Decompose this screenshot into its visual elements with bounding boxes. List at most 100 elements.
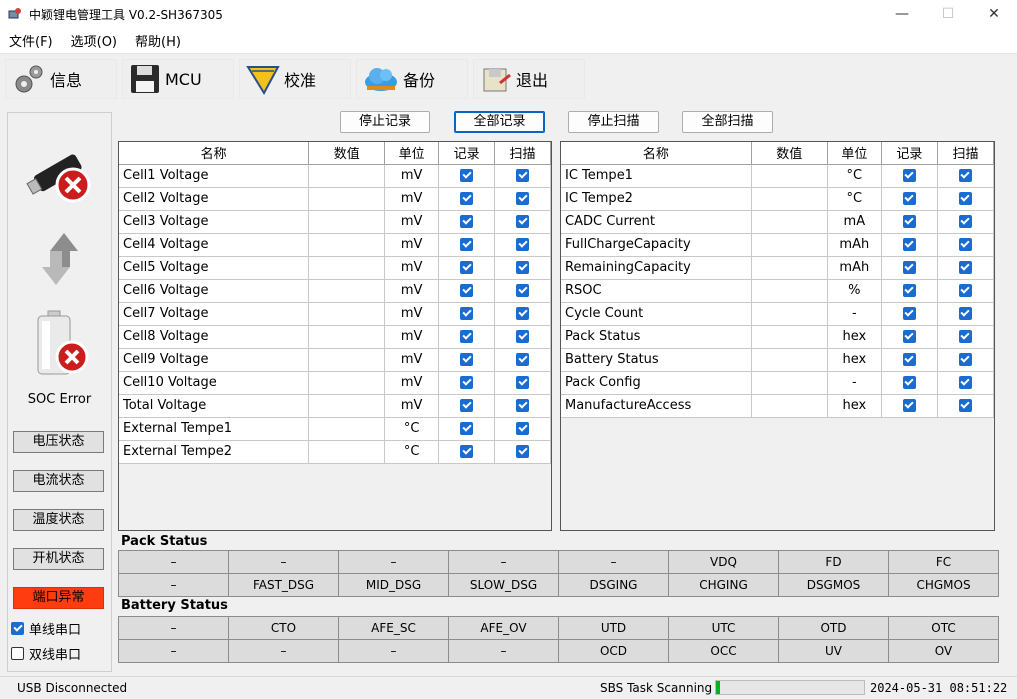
row-record-cell[interactable] (881, 233, 938, 257)
row-record-cell[interactable] (881, 256, 938, 280)
temperature-status-button[interactable]: 温度状态 (13, 509, 104, 531)
row-scan-cell[interactable] (494, 302, 551, 326)
scan-checkbox[interactable] (958, 353, 972, 366)
scan-checkbox[interactable] (516, 422, 530, 435)
record-checkbox[interactable] (460, 376, 474, 389)
row-record-cell[interactable] (438, 210, 496, 234)
row-scan-cell[interactable] (937, 164, 994, 188)
record-checkbox[interactable] (902, 376, 916, 389)
menu-help[interactable]: 帮助(H) (126, 31, 190, 50)
table-row[interactable]: Cell5 Voltage mV (119, 256, 551, 280)
row-record-cell[interactable] (881, 325, 938, 349)
table-row[interactable]: CADC Current mA (561, 210, 994, 234)
col-value-header[interactable]: 数值 (308, 142, 386, 165)
stop-record-button[interactable]: 停止记录 (340, 111, 430, 133)
scan-checkbox[interactable] (516, 261, 530, 274)
menu-file[interactable]: 文件(F) (0, 31, 62, 50)
record-checkbox[interactable] (460, 307, 474, 320)
record-checkbox[interactable] (902, 169, 916, 182)
row-scan-cell[interactable] (937, 187, 994, 211)
minimize-button[interactable]: — (879, 0, 925, 28)
row-scan-cell[interactable] (494, 371, 551, 395)
dual-serial-check-icon[interactable] (11, 647, 24, 660)
table-row[interactable]: Pack Config - (561, 371, 994, 395)
row-scan-cell[interactable] (494, 394, 551, 418)
row-record-cell[interactable] (438, 279, 496, 303)
col-unit-header[interactable]: 单位 (384, 142, 440, 165)
row-record-cell[interactable] (438, 302, 496, 326)
row-scan-cell[interactable] (937, 302, 994, 326)
table-row[interactable]: Pack Status hex (561, 325, 994, 349)
dual-serial-checkbox[interactable]: 双线串口 (11, 644, 81, 663)
table-row[interactable]: Cell1 Voltage mV (119, 164, 551, 188)
record-checkbox[interactable] (460, 238, 474, 251)
table-row[interactable]: Cell6 Voltage mV (119, 279, 551, 303)
row-record-cell[interactable] (881, 279, 938, 303)
record-checkbox[interactable] (902, 284, 916, 297)
record-checkbox[interactable] (902, 238, 916, 251)
table-row[interactable]: Cycle Count - (561, 302, 994, 326)
table-row[interactable]: RemainingCapacity mAh (561, 256, 994, 280)
voltage-status-button[interactable]: 电压状态 (13, 431, 104, 453)
record-checkbox[interactable] (902, 261, 916, 274)
row-record-cell[interactable] (881, 348, 938, 372)
row-record-cell[interactable] (438, 233, 496, 257)
row-scan-cell[interactable] (937, 325, 994, 349)
row-record-cell[interactable] (438, 164, 496, 188)
power-status-button[interactable]: 开机状态 (13, 548, 104, 570)
row-scan-cell[interactable] (937, 233, 994, 257)
scan-checkbox[interactable] (958, 330, 972, 343)
table-row[interactable]: Cell2 Voltage mV (119, 187, 551, 211)
row-scan-cell[interactable] (494, 417, 551, 441)
scan-checkbox[interactable] (958, 238, 972, 251)
row-scan-cell[interactable] (937, 348, 994, 372)
row-record-cell[interactable] (881, 164, 938, 188)
row-scan-cell[interactable] (494, 279, 551, 303)
table-row[interactable]: Cell10 Voltage mV (119, 371, 551, 395)
record-checkbox[interactable] (460, 215, 474, 228)
row-scan-cell[interactable] (937, 210, 994, 234)
table-row[interactable]: External Tempe2 °C (119, 440, 551, 464)
scan-checkbox[interactable] (958, 192, 972, 205)
row-record-cell[interactable] (881, 394, 938, 418)
row-scan-cell[interactable] (494, 325, 551, 349)
table-row[interactable]: Cell3 Voltage mV (119, 210, 551, 234)
table-row[interactable]: External Tempe1 °C (119, 417, 551, 441)
single-serial-check-icon[interactable] (11, 622, 24, 635)
scan-checkbox[interactable] (958, 215, 972, 228)
scan-checkbox[interactable] (958, 376, 972, 389)
table-row[interactable]: Cell7 Voltage mV (119, 302, 551, 326)
row-scan-cell[interactable] (937, 394, 994, 418)
table-row[interactable]: IC Tempe2 °C (561, 187, 994, 211)
scan-checkbox[interactable] (958, 261, 972, 274)
row-scan-cell[interactable] (494, 187, 551, 211)
row-scan-cell[interactable] (494, 233, 551, 257)
row-record-cell[interactable] (438, 371, 496, 395)
record-checkbox[interactable] (902, 192, 916, 205)
record-checkbox[interactable] (460, 261, 474, 274)
all-record-button[interactable]: 全部记录 (454, 111, 545, 133)
record-checkbox[interactable] (902, 399, 916, 412)
record-checkbox[interactable] (902, 330, 916, 343)
record-checkbox[interactable] (902, 307, 916, 320)
row-record-cell[interactable] (438, 394, 496, 418)
row-scan-cell[interactable] (937, 256, 994, 280)
col-record-header[interactable]: 记录 (438, 142, 496, 165)
backup-tool-button[interactable]: 备份 (356, 59, 468, 99)
record-checkbox[interactable] (460, 330, 474, 343)
row-record-cell[interactable] (438, 187, 496, 211)
row-scan-cell[interactable] (494, 210, 551, 234)
scan-checkbox[interactable] (516, 238, 530, 251)
row-scan-cell[interactable] (494, 440, 551, 464)
scan-checkbox[interactable] (516, 399, 530, 412)
menu-options[interactable]: 选项(O) (62, 31, 126, 50)
table-row[interactable]: Cell4 Voltage mV (119, 233, 551, 257)
scan-checkbox[interactable] (516, 376, 530, 389)
scan-checkbox[interactable] (516, 307, 530, 320)
row-record-cell[interactable] (881, 210, 938, 234)
row-scan-cell[interactable] (494, 348, 551, 372)
calibrate-tool-button[interactable]: 校准 (239, 59, 351, 99)
table-row[interactable]: ManufactureAccess hex (561, 394, 994, 418)
scan-checkbox[interactable] (516, 215, 530, 228)
table-row[interactable]: Cell8 Voltage mV (119, 325, 551, 349)
